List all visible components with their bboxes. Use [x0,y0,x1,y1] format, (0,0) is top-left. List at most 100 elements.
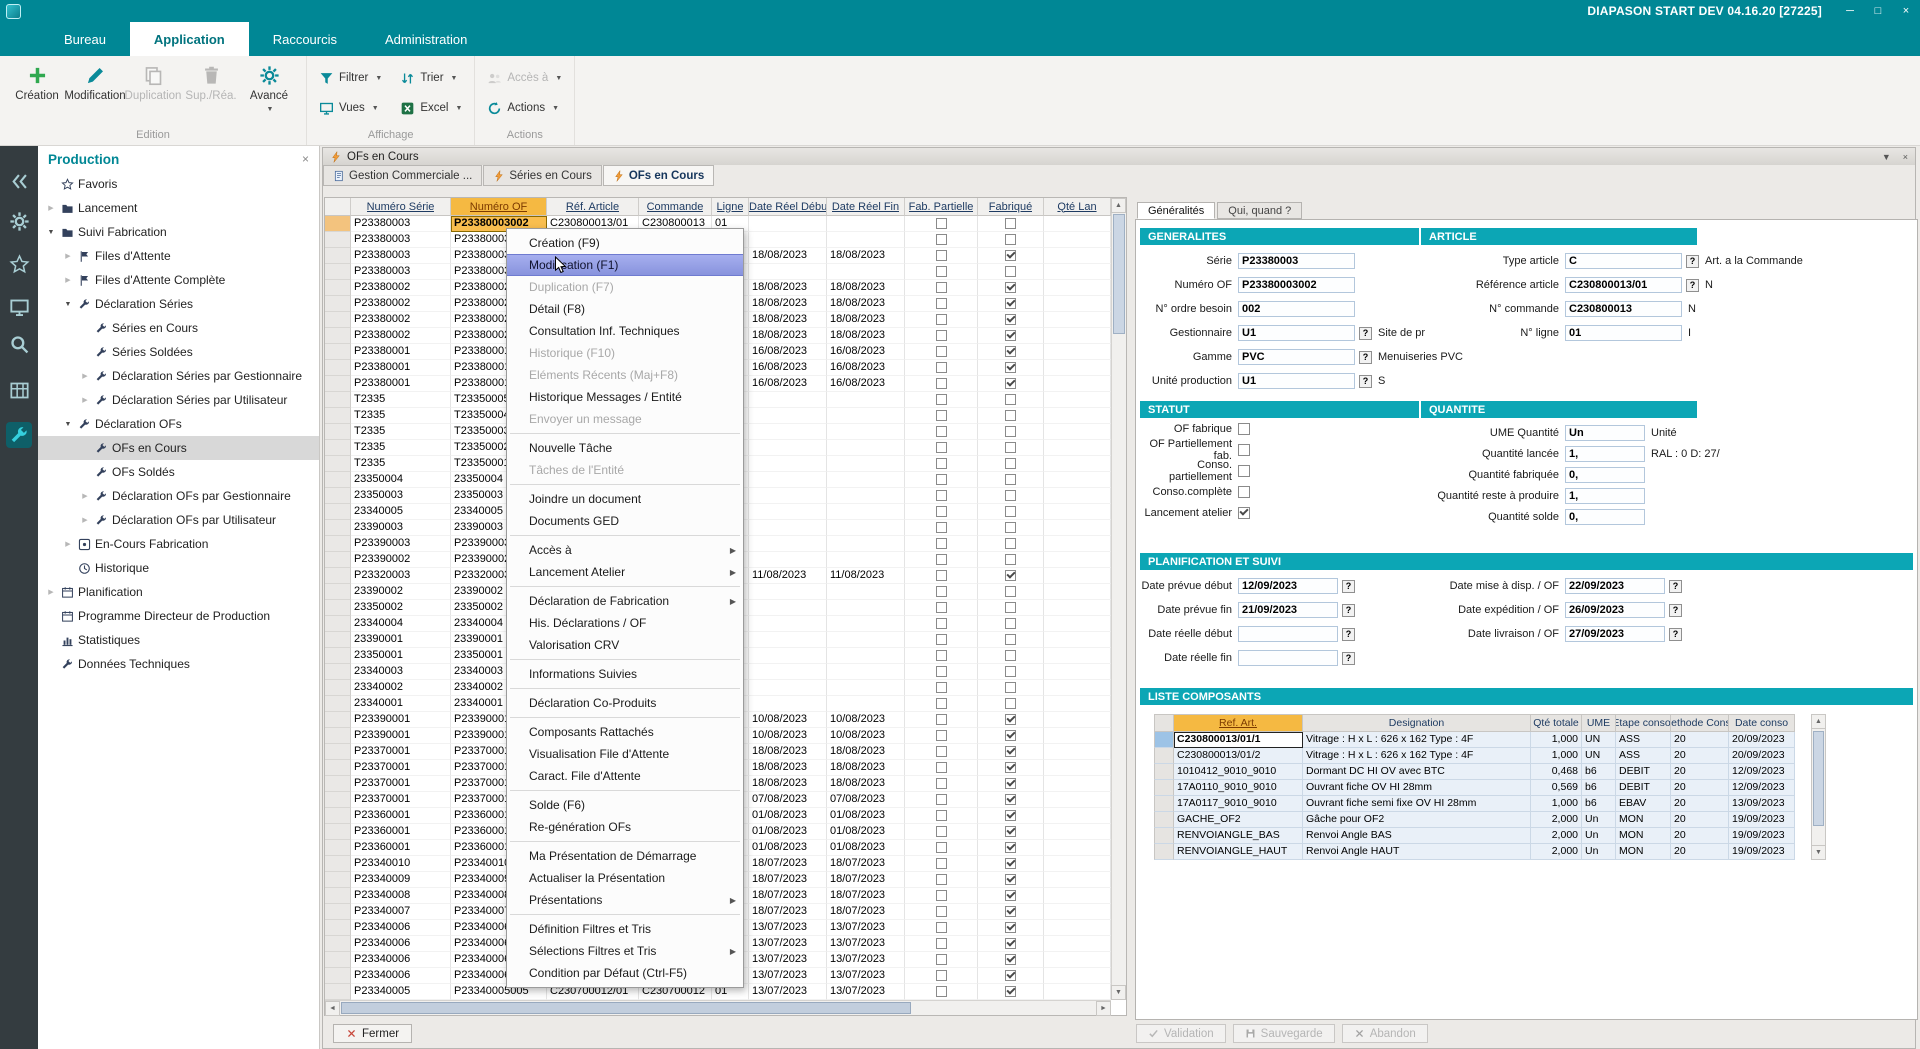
row-selector[interactable] [325,808,351,824]
fabrique-checkbox[interactable] [1005,778,1016,789]
tree-collapsed-arrow[interactable]: ▶ [78,516,92,524]
help-button[interactable]: ? [1669,604,1682,617]
fabrique-checkbox[interactable] [1005,554,1016,565]
context-menu-item-solde-f6[interactable]: Solde (F6) [507,794,743,816]
column-header-ligne[interactable]: Ligne [712,198,749,216]
row-selector[interactable] [325,408,351,424]
sidebar-item-declaration-series-par-gestionnaire[interactable]: ▶Déclaration Séries par Gestionnaire [38,364,319,388]
context-menu-item-actualiser-la-presentation[interactable]: Actualiser la Présentation [507,867,743,889]
select-all-header[interactable] [325,198,351,216]
field-n-ligne-input[interactable]: 01 [1565,325,1682,341]
fabrique-checkbox[interactable] [1005,506,1016,517]
composant-row[interactable]: GACHE_OF2Gâche pour OF22,000UnMON2019/09… [1154,812,1810,828]
composants-column-methode-conso[interactable]: Methode Conso [1671,714,1729,732]
sidebar-item-historique[interactable]: Historique [38,556,319,580]
tab-series-en-cours[interactable]: Séries en Cours [483,165,601,186]
context-menu-item-historique-messages-entite[interactable]: Historique Messages / Entité [507,386,743,408]
tables-module-button[interactable] [6,377,32,403]
context-menu-item-his-declarations-of[interactable]: His. Déclarations / OF [507,612,743,634]
sidebar-item-declaration-ofs[interactable]: ▼Déclaration OFs [38,412,319,436]
fabrique-checkbox[interactable] [1005,410,1016,421]
field-serie-input[interactable]: P23380003 [1238,253,1355,269]
fab-partielle-checkbox[interactable] [936,378,947,389]
fabrique-checkbox[interactable] [1005,794,1016,805]
fab-partielle-checkbox[interactable] [936,586,947,597]
column-header-commande[interactable]: Commande [639,198,712,216]
row-selector[interactable] [325,648,351,664]
sidebar-item-statistiques[interactable]: Statistiques [38,628,319,652]
fab-partielle-checkbox[interactable] [936,650,947,661]
fabrique-checkbox[interactable] [1005,234,1016,245]
window-menu-icon[interactable]: ▼ [1882,152,1891,162]
fab-partielle-checkbox[interactable] [936,698,947,709]
composant-row-selector[interactable] [1154,812,1174,828]
context-menu-item-nouvelle-tache[interactable]: Nouvelle Tâche [507,437,743,459]
composants-column-date-conso[interactable]: Date conso [1729,714,1795,732]
fabrique-checkbox[interactable] [1005,586,1016,597]
fabrique-checkbox[interactable] [1005,602,1016,613]
sidebar-item-files-d-attente[interactable]: ▶Files d'Attente [38,244,319,268]
composants-scrollbar[interactable]: ▲ ▼ [1811,714,1826,860]
fabrique-checkbox[interactable] [1005,378,1016,389]
fab-partielle-checkbox[interactable] [936,570,947,581]
context-menu-item-selections-filtres-et-tris[interactable]: Sélections Filtres et Tris▶ [507,940,743,962]
row-selector[interactable] [325,840,351,856]
sidebar-close-icon[interactable]: × [302,152,309,166]
fab-partielle-checkbox[interactable] [936,410,947,421]
fab-partielle-checkbox[interactable] [936,394,947,405]
row-selector[interactable] [325,376,351,392]
sidebar-item-programme-directeur-de-production[interactable]: Programme Directeur de Production [38,604,319,628]
column-header-fabrique[interactable]: Fabriqué [978,198,1044,216]
row-selector[interactable] [325,424,351,440]
scroll-down-icon[interactable]: ▼ [1111,985,1126,1000]
field-date-mise-a-disp-of-input[interactable]: 22/09/2023 [1565,578,1665,594]
row-selector[interactable] [325,504,351,520]
horizontal-scrollbar[interactable]: ◄ ► [325,1000,1111,1015]
fabrique-checkbox[interactable] [1005,682,1016,693]
fab-partielle-checkbox[interactable] [936,954,947,965]
row-selector[interactable] [325,984,351,1000]
composants-scroll-thumb[interactable] [1813,731,1824,826]
row-selector[interactable] [325,824,351,840]
row-selector[interactable] [325,616,351,632]
modification-button[interactable]: Modification [66,60,124,129]
fabrique-checkbox[interactable] [1005,858,1016,869]
row-selector[interactable] [325,312,351,328]
composants-column-etape-conso[interactable]: Etape conso. [1616,714,1671,732]
row-selector[interactable] [325,520,351,536]
sidebar-item-donnees-techniques[interactable]: Données Techniques [38,652,319,676]
menu-tab-raccourcis[interactable]: Raccourcis [249,22,361,56]
favorites-module-button[interactable] [6,251,32,277]
scroll-up-icon[interactable]: ▲ [1111,198,1126,213]
fabrique-checkbox[interactable] [1005,618,1016,629]
menu-tab-application[interactable]: Application [130,22,249,56]
tab-gestion-commerciale[interactable]: Gestion Commerciale ... [323,165,482,186]
detail-tab-qui-quand[interactable]: Qui, quand ? [1217,202,1302,219]
column-header-numero-serie[interactable]: Numéro Série [351,198,451,216]
row-selector[interactable] [325,568,351,584]
context-menu-item-re-generation-ofs[interactable]: Re-génération OFs [507,816,743,838]
fabrique-checkbox[interactable] [1005,922,1016,933]
tree-expanded-arrow[interactable]: ▼ [61,421,75,428]
fabrique-checkbox[interactable] [1005,346,1016,357]
fab-partielle-checkbox[interactable] [936,474,947,485]
fab-partielle-checkbox[interactable] [936,730,947,741]
fab-partielle-checkbox[interactable] [936,778,947,789]
fab-partielle-checkbox[interactable] [936,282,947,293]
row-selector[interactable] [325,600,351,616]
field-type-article-input[interactable]: C [1565,253,1682,269]
tree-expanded-arrow[interactable]: ▼ [61,301,75,308]
help-button[interactable]: ? [1669,628,1682,641]
fabrique-checkbox[interactable] [1005,698,1016,709]
field-gamme-input[interactable]: PVC [1238,349,1355,365]
context-menu-item-composants-rattaches[interactable]: Composants Rattachés [507,721,743,743]
fab-partielle-checkbox[interactable] [936,506,947,517]
fabrique-checkbox[interactable] [1005,810,1016,821]
sidebar-item-declaration-ofs-par-gestionnaire[interactable]: ▶Déclaration OFs par Gestionnaire [38,484,319,508]
fab-partielle-checkbox[interactable] [936,330,947,341]
row-selector[interactable] [325,280,351,296]
sidebar-item-ofs-soldes[interactable]: OFs Soldés [38,460,319,484]
actions-button[interactable]: Actions▼ [483,96,566,120]
fab-partielle-checkbox[interactable] [936,666,947,677]
fab-partielle-checkbox[interactable] [936,746,947,757]
